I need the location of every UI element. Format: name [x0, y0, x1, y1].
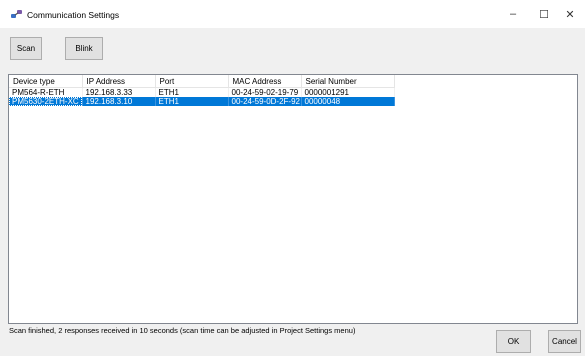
table-row[interactable]: PM564-R-ETH 192.168.3.33 ETH1 00-24-59-0… [9, 87, 395, 97]
network-plug-icon [11, 9, 23, 19]
cell-device-type: PM564-R-ETH [9, 87, 83, 97]
cell-port: ETH1 [155, 87, 229, 97]
close-button[interactable]: ✕ [555, 0, 585, 28]
device-list[interactable]: Device type IP Address Port MAC Address … [8, 74, 578, 324]
title-bar: Communication Settings – ☐ ✕ [0, 0, 585, 28]
cell-mac-address: 00-24-59-0D-2F-92 [228, 97, 302, 106]
cell-ip-address: 192.168.3.33 [82, 87, 156, 97]
column-header-mac-address[interactable]: MAC Address [228, 75, 302, 88]
column-header-port[interactable]: Port [155, 75, 229, 88]
scan-button[interactable]: Scan [10, 37, 42, 60]
column-header-ip-address[interactable]: IP Address [82, 75, 156, 88]
status-message: Scan finished, 2 responses received in 1… [9, 326, 356, 335]
communication-settings-window: Communication Settings – ☐ ✕ Scan Blink … [0, 0, 585, 356]
table-row-selected[interactable]: PM5630-2ETH-XC 192.168.3.10 ETH1 00-24-5… [9, 97, 395, 106]
cell-serial-number: 0000001291 [301, 87, 395, 97]
cell-port: ETH1 [155, 97, 229, 106]
cell-mac-address: 00-24-59-02-19-79 [228, 87, 302, 97]
cell-device-type: PM5630-2ETH-XC [9, 97, 83, 106]
ok-button[interactable]: OK [496, 330, 531, 353]
table-header: Device type IP Address Port MAC Address … [9, 75, 395, 88]
blink-button[interactable]: Blink [65, 37, 103, 60]
column-header-device-type[interactable]: Device type [9, 75, 83, 88]
cancel-button[interactable]: Cancel [548, 330, 581, 353]
window-title: Communication Settings [27, 10, 120, 20]
column-header-serial-number[interactable]: Serial Number [301, 75, 395, 88]
device-table: Device type IP Address Port MAC Address … [9, 75, 395, 106]
cell-serial-number: 00000048 [301, 97, 395, 106]
cell-ip-address: 192.168.3.10 [82, 97, 156, 106]
